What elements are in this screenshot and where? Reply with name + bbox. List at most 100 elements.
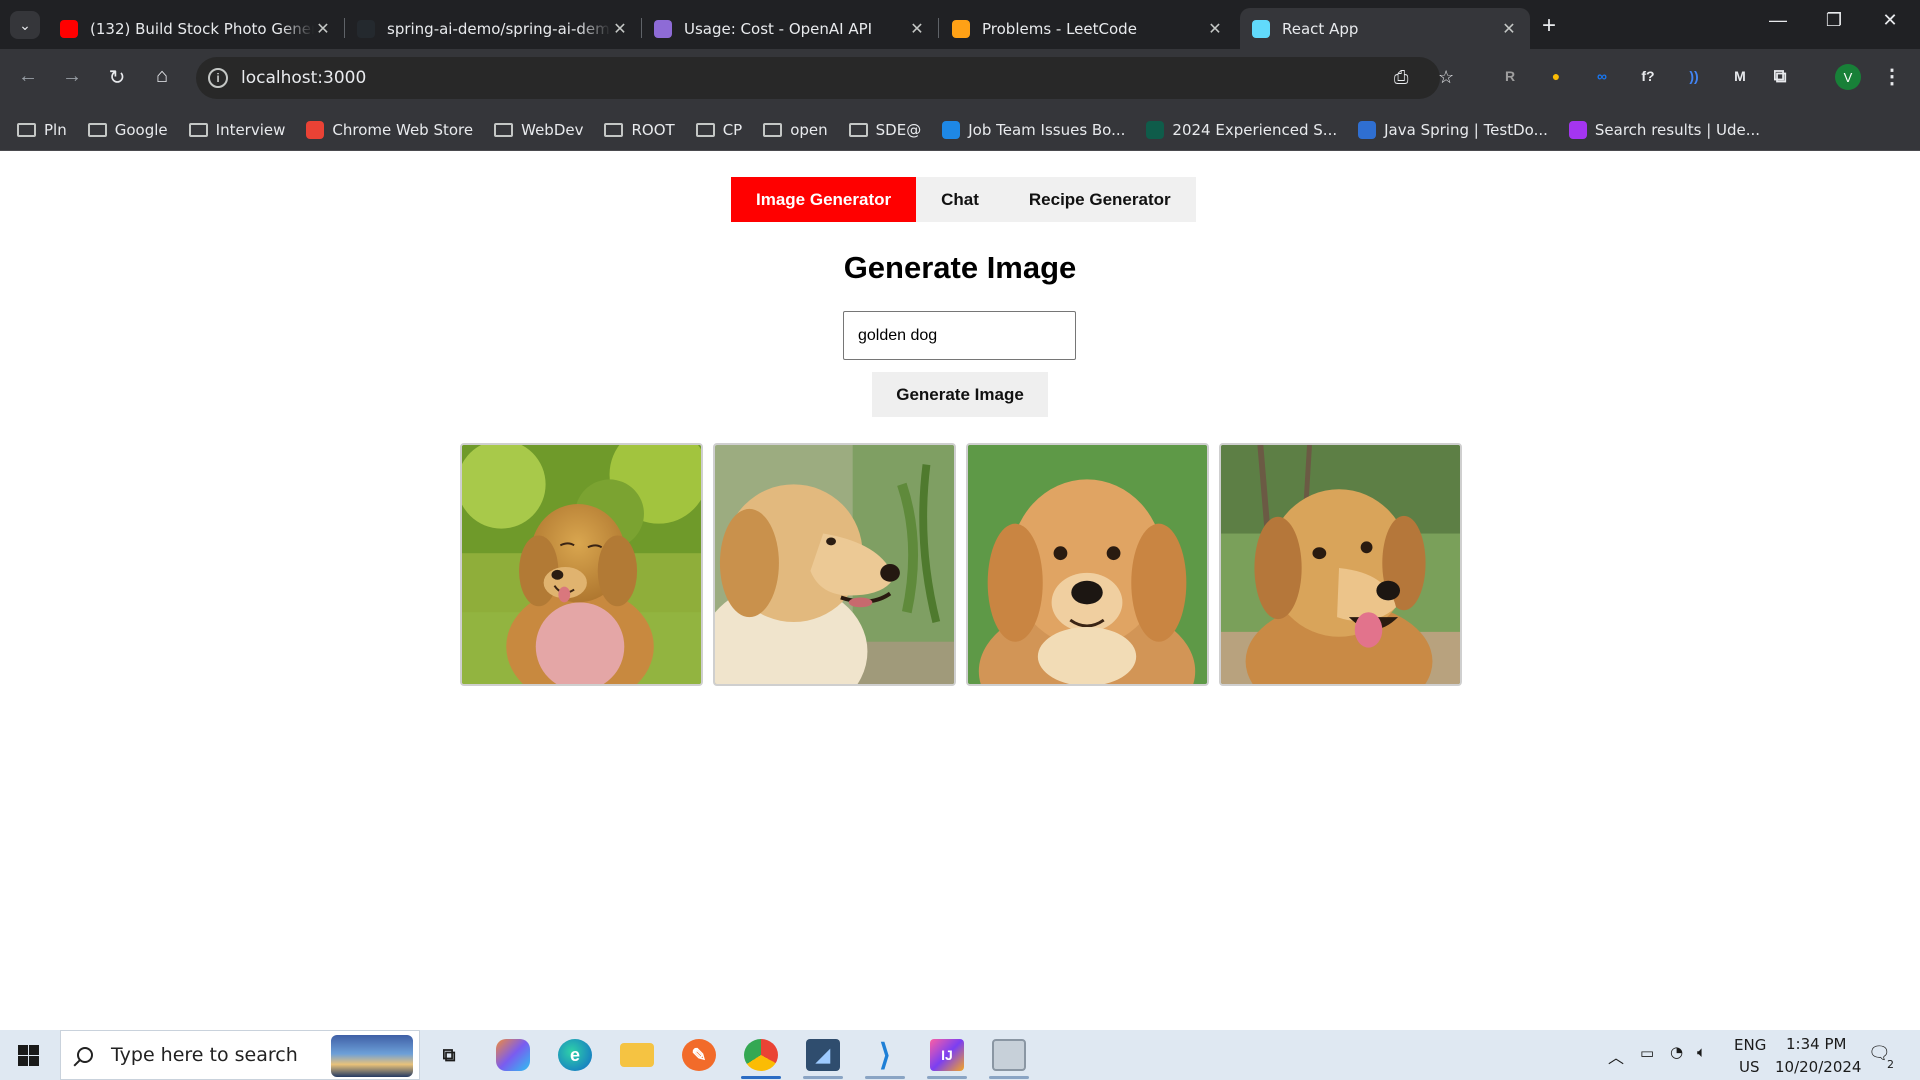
bookmark-label: Google (114, 120, 168, 139)
bookmark-item[interactable]: SDE@ (848, 120, 922, 139)
bookmark-item[interactable]: WebDev (494, 121, 583, 139)
meta-extension-icon[interactable]: ∞ (1590, 64, 1614, 88)
site-favicon-icon (1146, 120, 1165, 139)
file-explorer-icon[interactable] (620, 1043, 654, 1067)
search-icon (77, 1047, 93, 1063)
bookmark-item[interactable]: Job Team Issues Bo... (942, 120, 1125, 139)
mysql-workbench-icon[interactable]: ◢ (806, 1039, 840, 1071)
minimize-button[interactable]: — (1758, 10, 1798, 31)
golden-retriever-smiling-image (1219, 443, 1462, 686)
close-icon[interactable]: ✕ (908, 19, 926, 38)
bookmark-item[interactable]: ROOT (604, 121, 675, 139)
profile-avatar[interactable]: V (1835, 64, 1861, 90)
keep-extension-icon[interactable]: ● (1544, 64, 1568, 88)
new-tab-button[interactable]: + (1542, 12, 1556, 40)
notifications-count: 2 (1887, 1058, 1894, 1071)
site-favicon-icon (1358, 120, 1377, 139)
bookmark-item[interactable]: open (763, 120, 828, 139)
app-nav: Image Generator Chat Recipe Generator (731, 177, 1196, 222)
browser-tab[interactable]: Problems - LeetCode ✕ (940, 8, 1236, 49)
clock-time[interactable]: 1:34 PM (1786, 1035, 1846, 1053)
address-url[interactable]: localhost:3000 (241, 68, 366, 88)
restore-button[interactable]: ❐ (1814, 10, 1854, 31)
bookmark-item[interactable]: 2024 Experienced S... (1146, 120, 1337, 139)
bookmark-label: SDE@ (875, 120, 922, 139)
golden-retriever-portrait-image (966, 443, 1209, 686)
chevron-down-icon: ⌄ (19, 16, 31, 33)
bookmark-item[interactable]: Google (87, 120, 168, 139)
bookmark-item[interactable]: CP (695, 120, 743, 139)
language-indicator[interactable]: ENG (1734, 1036, 1766, 1054)
bookmark-item[interactable]: Search results | Ude... (1568, 120, 1760, 139)
clock-date[interactable]: 10/20/2024 (1775, 1058, 1861, 1076)
edge-icon[interactable]: e (558, 1039, 592, 1071)
forward-button[interactable]: → (58, 65, 86, 88)
site-favicon-icon (306, 120, 325, 139)
window-close-button[interactable]: ✕ (1870, 10, 1910, 31)
home-button[interactable]: ⌂ (148, 65, 176, 88)
vscode-icon[interactable]: ⟩ (868, 1039, 902, 1072)
browser-toolbar: ← → ↻ ⌂ i localhost:3000 ⎙ ☆ R ● ∞ f?)) M ⧉ … (0, 49, 1920, 109)
chrome-icon[interactable] (744, 1039, 778, 1071)
copilot-icon[interactable] (496, 1039, 530, 1071)
grammar-extension-icon[interactable]: R (1498, 64, 1522, 88)
medium-extension-icon[interactable]: M (1728, 64, 1752, 88)
nav-tab[interactable]: Image Generator (731, 177, 917, 222)
address-bar[interactable]: i localhost:3000 ⎙ ☆ (196, 57, 1454, 99)
formula-extension-icon[interactable]: f? (1636, 64, 1660, 88)
folder-icon (494, 122, 514, 137)
network-icon[interactable]: ◔ (1670, 1043, 1683, 1061)
folder-icon (188, 122, 208, 137)
bookmark-item[interactable]: Pln (17, 121, 67, 139)
browser-tab[interactable]: React App ✕ (1240, 8, 1530, 49)
task-view-icon[interactable]: ⧉ (432, 1039, 466, 1071)
tab-title: Usage: Cost - OpenAI API (684, 19, 873, 38)
vscode-indicator (865, 1076, 905, 1079)
install-app-icon[interactable]: ⎙ (1394, 67, 1408, 88)
bookmark-label: open (790, 120, 828, 139)
region-indicator[interactable]: US (1739, 1058, 1760, 1076)
close-icon[interactable]: ✕ (611, 19, 629, 38)
site-favicon-icon (1568, 120, 1587, 139)
site-info-icon[interactable]: i (208, 68, 228, 88)
taskbar-search-placeholder: Type here to search (111, 1044, 298, 1066)
bookmark-item[interactable]: Java Spring | TestDo... (1358, 120, 1548, 139)
photos-icon[interactable] (992, 1039, 1026, 1071)
taskbar-search-box[interactable]: Type here to search (60, 1030, 420, 1080)
bookmark-star-icon[interactable]: ☆ (1438, 67, 1454, 88)
bookmark-item[interactable]: Chrome Web Store (306, 120, 473, 139)
page-title: Generate Image (843, 250, 1077, 285)
reload-button[interactable]: ↻ (103, 65, 131, 90)
browser-tab[interactable]: (132) Build Stock Photo Generat ✕ (48, 8, 344, 49)
postman-icon[interactable]: ✎ (682, 1039, 716, 1071)
browser-tab[interactable]: spring-ai-demo/spring-ai-demo ✕ (345, 8, 641, 49)
bookmark-item[interactable]: Interview (188, 121, 285, 139)
close-icon[interactable]: ✕ (314, 19, 332, 38)
golden-retriever-sitting-image (460, 443, 703, 686)
generate-image-button[interactable]: Generate Image (872, 372, 1048, 417)
tab-search-button[interactable]: ⌄ (10, 11, 40, 39)
extensions-puzzle-icon[interactable]: ⧉ (1768, 64, 1792, 88)
prompt-input[interactable] (843, 311, 1076, 360)
start-button[interactable] (18, 1045, 39, 1066)
intellij-icon[interactable]: IJ (930, 1039, 964, 1071)
menu-kebab-icon[interactable]: ⋮ (1880, 64, 1904, 88)
nav-tab[interactable]: Chat (916, 177, 1004, 222)
close-icon[interactable]: ✕ (1500, 19, 1518, 38)
volume-icon[interactable]: 🔈︎ (1697, 1043, 1706, 1061)
battery-icon[interactable]: ▭ (1640, 1044, 1654, 1062)
folder-icon (87, 122, 107, 137)
youtube-icon (60, 19, 78, 38)
tab-strip: ⌄ (132) Build Stock Photo Generat ✕ spring… (0, 0, 1920, 49)
leetcode-icon (952, 19, 970, 38)
show-hidden-icons-chevron-icon[interactable]: ︿ (1608, 1044, 1624, 1068)
back-button[interactable]: ← (14, 65, 42, 88)
signal-extension-icon[interactable]: )) (1682, 64, 1706, 88)
close-icon[interactable]: ✕ (1206, 19, 1224, 38)
mysql-workbench-indicator (803, 1076, 843, 1079)
browser-tab[interactable]: Usage: Cost - OpenAI API ✕ (642, 8, 938, 49)
bookmark-label: CP (722, 120, 743, 139)
nav-tab[interactable]: Recipe Generator (1003, 177, 1196, 222)
github-icon (357, 19, 375, 38)
folder-icon (695, 122, 715, 137)
